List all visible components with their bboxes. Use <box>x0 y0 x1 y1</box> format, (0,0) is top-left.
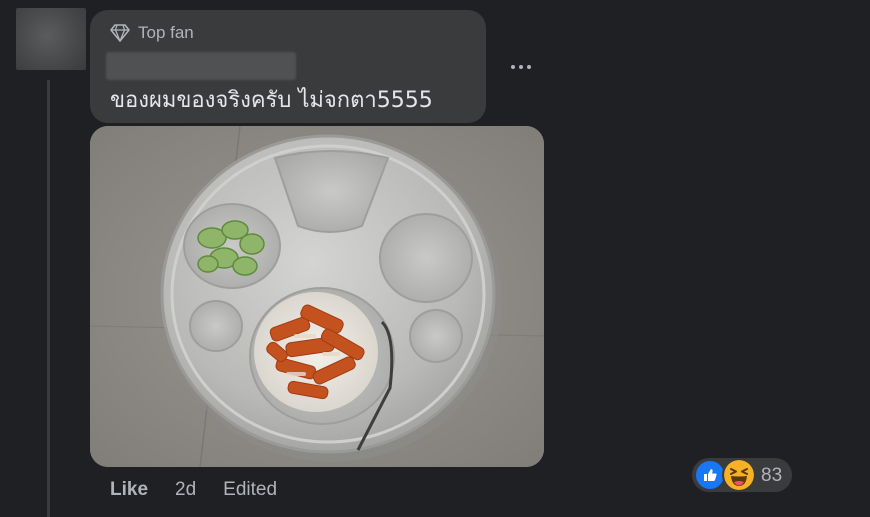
comment-photo[interactable] <box>90 126 544 467</box>
like-button[interactable]: Like <box>110 479 148 501</box>
edited-label[interactable]: Edited <box>223 479 277 501</box>
badge-label: Top fan <box>138 23 194 42</box>
more-options-button[interactable] <box>503 52 539 82</box>
comment-text: ของผมของจริงครับ ไม่จกตา5555 <box>110 88 433 113</box>
reactions-summary[interactable]: 83 <box>692 458 792 492</box>
thread-line <box>47 80 50 517</box>
reaction-count: 83 <box>761 465 783 486</box>
top-fan-badge[interactable]: Top fan <box>110 23 194 43</box>
author-name-redacted[interactable] <box>106 52 296 80</box>
diamond-icon <box>110 24 130 42</box>
avatar[interactable] <box>16 8 86 70</box>
comment-bubble: Top fan ของผมของจริงครับ ไม่จกตา5555 <box>90 10 486 123</box>
more-dots-icon <box>511 65 515 69</box>
food-tray-image <box>90 126 544 467</box>
timestamp[interactable]: 2d <box>175 479 196 501</box>
comment-actions: Like 2d Edited <box>110 479 277 501</box>
comment-thread: Top fan ของผมของจริงครับ ไม่จกตา5555 Lik… <box>0 0 870 517</box>
haha-icon <box>722 458 756 492</box>
